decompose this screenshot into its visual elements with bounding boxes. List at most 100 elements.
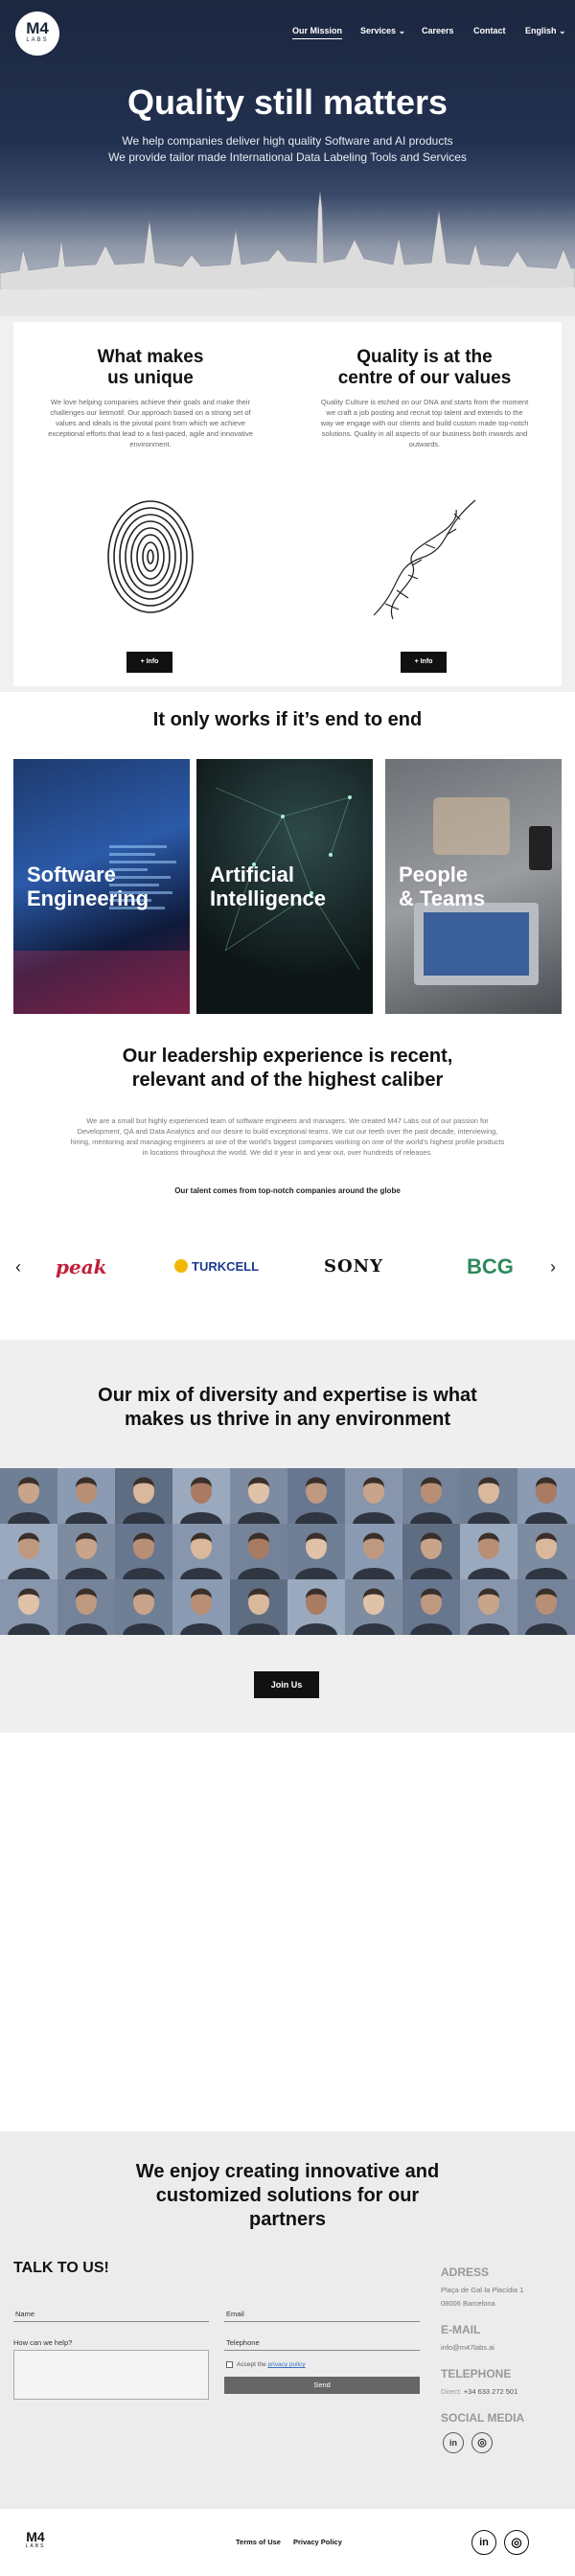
tile-title: Software Engineering (27, 862, 149, 910)
nav-contact[interactable]: Contact (473, 26, 506, 35)
diversity-section: Our mix of diversity and expertise is wh… (0, 1340, 575, 1733)
turkcell-wordmark: TURKCELL (192, 1259, 260, 1274)
social-heading: SOCIAL MEDIA (441, 2411, 525, 2425)
tile-title-line1: People (399, 862, 469, 886)
terms-of-use-link[interactable]: Terms of Use (236, 2538, 281, 2546)
city-skyline-image (0, 191, 575, 316)
hero-subtitle-1: We help companies deliver high quality S… (122, 134, 453, 148)
name-field[interactable] (13, 2321, 209, 2322)
instagram-icon[interactable]: ◎ (472, 2432, 493, 2453)
team-member-photo (402, 1579, 460, 1635)
values-section: What makes us unique We love helping comp… (0, 316, 575, 692)
help-textarea[interactable] (13, 2350, 209, 2400)
card-text: Quality Culture is etched on our DNA and… (320, 398, 529, 448)
tile-title: Artificial Intelligence (210, 862, 326, 910)
address-heading: ADRESS (441, 2266, 490, 2279)
talent-subtitle: Our talent comes from top-notch companie… (174, 1186, 401, 1195)
leadership-text: We are a small but highly experienced te… (70, 1116, 505, 1157)
nav-careers[interactable]: Careers (422, 26, 454, 35)
team-member-photo (402, 1468, 460, 1524)
team-member-photo (345, 1579, 402, 1635)
team-member-photo (115, 1579, 172, 1635)
title-line2: customized solutions for our (155, 2185, 420, 2206)
nav-our-mission[interactable]: Our Mission (292, 26, 343, 39)
section-title: Our mix of diversity and expertise is wh… (0, 1384, 575, 1432)
logo-peak: peak (56, 1255, 107, 1278)
team-member-photo (172, 1579, 230, 1635)
email-field[interactable] (224, 2321, 420, 2322)
tile-title-line2: & Teams (399, 886, 486, 910)
join-us-button[interactable]: Join Us (254, 1671, 319, 1698)
team-member-photo (518, 1468, 575, 1524)
tile-software-engineering[interactable]: Software Engineering (13, 759, 190, 1014)
tile-title-line2: Engineering (27, 886, 150, 910)
team-member-photo (0, 1524, 58, 1579)
talk-to-us-heading: TALK TO US! (13, 2260, 109, 2276)
send-button[interactable]: Send (224, 2377, 420, 2394)
hero-section: M4 LABS Our Mission Services ⌄ Careers C… (0, 0, 575, 316)
nav-language[interactable]: English ⌄ (525, 26, 566, 36)
team-member-photo (230, 1468, 288, 1524)
nav-services-label: Services (360, 26, 397, 35)
team-member-photo (518, 1524, 575, 1579)
footer: M4 LABS Terms of Use Privacy Policy in ◎ (0, 2509, 575, 2576)
team-member-photo (115, 1468, 172, 1524)
telephone-field[interactable] (224, 2350, 420, 2351)
instagram-icon[interactable]: ◎ (504, 2530, 529, 2555)
title-line2: makes us thrive in any environment (124, 1409, 451, 1430)
tile-title-line1: Artificial (210, 862, 295, 886)
tile-title: People & Teams (399, 862, 485, 910)
tile-people-teams[interactable]: People & Teams (385, 759, 562, 1014)
tile-artificial-intelligence[interactable]: Artificial Intelligence (196, 759, 373, 1014)
section-title: It only works if it’s end to end (152, 709, 423, 730)
leadership-section: Our leadership experience is recent, rele… (0, 1018, 575, 1340)
team-member-photo (172, 1468, 230, 1524)
logo-sony: SONY (324, 1256, 383, 1276)
telephone-heading: TELEPHONE (441, 2367, 512, 2380)
chevron-down-icon: ⌄ (559, 26, 566, 35)
more-info-button[interactable]: + Info (401, 652, 447, 673)
accept-prefix: Accept the (237, 2361, 266, 2368)
logo-subtext: LABS (26, 37, 49, 43)
linkedin-icon[interactable]: in (443, 2432, 464, 2453)
team-member-photo (230, 1579, 288, 1635)
team-member-photo (115, 1524, 172, 1579)
team-member-photo (58, 1579, 115, 1635)
email-heading: E-MAIL (441, 2323, 481, 2336)
card-title-line2: us unique (107, 368, 194, 388)
company-logo[interactable]: M4 LABS (15, 12, 59, 56)
more-info-button[interactable]: + Info (126, 652, 172, 673)
title-line2: relevant and of the highest caliber (131, 1070, 444, 1091)
team-member-photo (288, 1579, 345, 1635)
footer-logo[interactable]: M4 LABS (21, 2530, 50, 2549)
card-title: Quality is at the centre of our values (288, 347, 562, 389)
hero-subtitle-2: We provide tailor made International Dat… (108, 150, 467, 164)
help-label: How can we help? (13, 2338, 73, 2347)
email-value[interactable]: info@m47labs.ai (441, 2342, 494, 2354)
logo-mark: M4 (26, 19, 49, 37)
phone-number[interactable]: +34 633 272 501 (464, 2387, 518, 2396)
telephone-label: Telephone (226, 2338, 260, 2347)
title-line1: We enjoy creating innovative and (135, 2161, 440, 2182)
privacy-policy-link[interactable]: privacy policy (268, 2361, 306, 2368)
footer-logo-sub: LABS (25, 2543, 46, 2549)
privacy-policy-footer-link[interactable]: Privacy Policy (293, 2538, 342, 2546)
tile-title-line2: Intelligence (210, 886, 327, 910)
team-member-photo (288, 1468, 345, 1524)
nav-language-label: English (525, 26, 557, 35)
section-title: Our leadership experience is recent, rele… (0, 1045, 575, 1092)
linkedin-icon[interactable]: in (472, 2530, 496, 2555)
card-title-line1: What makes (97, 347, 204, 367)
carousel-next-icon[interactable]: › (550, 1257, 556, 1277)
team-member-photo (0, 1468, 58, 1524)
name-label: Name (15, 2310, 35, 2318)
card-title-line2: centre of our values (337, 368, 512, 388)
title-line1: Our mix of diversity and expertise is wh… (98, 1385, 477, 1406)
accept-checkbox[interactable] (226, 2361, 233, 2368)
carousel-prev-icon[interactable]: ‹ (15, 1257, 21, 1277)
nav-services[interactable]: Services ⌄ (360, 26, 405, 36)
phone-prefix: Direct: (441, 2387, 462, 2396)
address-line1: Plaça de Gal·la Placídia 1 (441, 2286, 524, 2294)
team-member-photo (58, 1524, 115, 1579)
fingerprint-image (107, 500, 194, 613)
